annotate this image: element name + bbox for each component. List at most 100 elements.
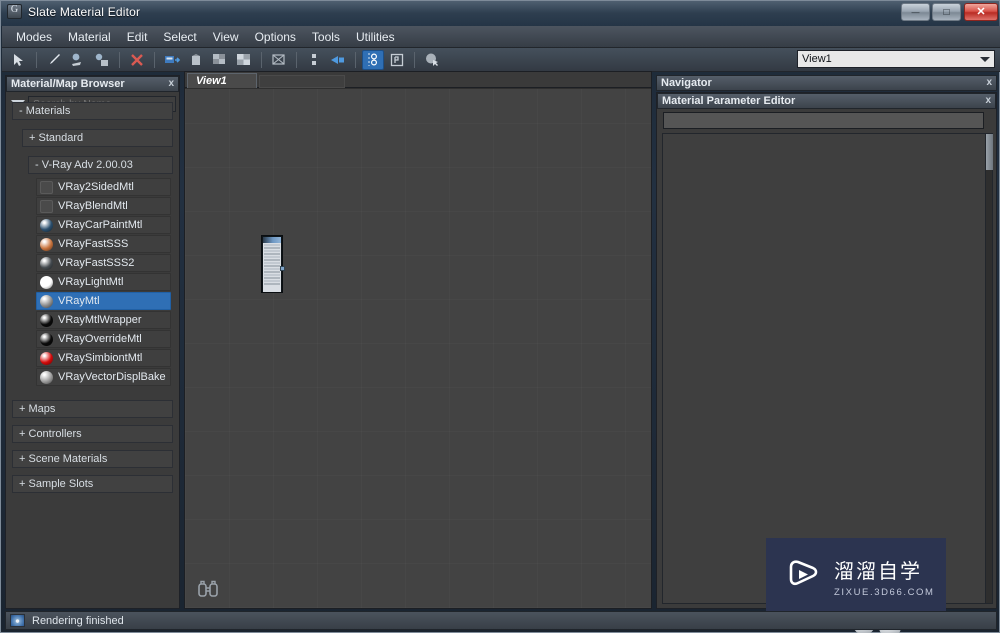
material-node-body — [263, 243, 281, 292]
menu-edit[interactable]: Edit — [119, 28, 156, 46]
material-name-field[interactable] — [663, 112, 984, 129]
tree-group-standard[interactable]: + Standard — [22, 129, 173, 147]
statusbar: Rendering finished — [5, 611, 997, 630]
expander-icon: + — [19, 478, 26, 490]
close-button[interactable] — [964, 3, 998, 21]
menu-view[interactable]: View — [205, 28, 247, 46]
window-titlebar[interactable]: Slate Material Editor — [1, 1, 1000, 26]
browser-sections: + Maps + Controllers + Scene Materials + Sa… — [6, 400, 179, 493]
close-icon[interactable]: x — [985, 95, 991, 106]
material-list-item[interactable]: VRayMtl — [36, 292, 171, 310]
show-material-parameter-editor-icon[interactable] — [362, 49, 384, 70]
maximize-button[interactable] — [932, 3, 961, 21]
put-material-to-library-icon[interactable] — [161, 50, 183, 70]
navigator-title: Navigator — [661, 77, 712, 89]
material-list-item[interactable]: VRayMtlWrapper — [36, 311, 171, 329]
show-checker-background-icon[interactable] — [233, 50, 255, 70]
material-list-item[interactable]: VRay2SidedMtl — [36, 178, 171, 196]
tree-group-materials[interactable]: - Materials — [12, 102, 173, 120]
material-list-item-label: VRayOverrideMtl — [58, 333, 142, 345]
browser-section-scene-materials[interactable]: + Scene Materials — [12, 450, 173, 468]
material-list-item[interactable]: VRayFastSSS — [36, 235, 171, 253]
mpe-scrollbar[interactable] — [985, 134, 993, 603]
watermark-text-group: 溜溜自学 ZIXUE.3D66.COM — [834, 555, 935, 598]
binoculars-icon[interactable] — [197, 580, 219, 598]
mpe-parameter-area — [662, 133, 993, 604]
menu-options[interactable]: Options — [247, 28, 304, 46]
tree-group-label: V-Ray Adv 2.00.03 — [41, 159, 133, 171]
play-button-logo — [782, 557, 822, 597]
show-shaded-material-in-viewport-icon[interactable] — [91, 50, 113, 70]
mpe-scrollbar-thumb[interactable] — [986, 134, 993, 170]
select-by-material-icon[interactable] — [421, 50, 443, 70]
material-node-socket — [264, 283, 280, 285]
material-node-socket — [264, 277, 280, 279]
material-node-socket — [264, 253, 280, 255]
material-list-item-label: VRayLightMtl — [58, 276, 124, 288]
view-selector-dropdown[interactable]: View1 — [797, 50, 995, 68]
material-swatch-icon — [40, 351, 53, 365]
material-list-item[interactable]: VRaySimbiontMtl — [36, 349, 171, 367]
window-title: Slate Material Editor — [28, 4, 141, 19]
material-swatch-icon — [40, 237, 53, 251]
menu-tools[interactable]: Tools — [304, 28, 348, 46]
material-node-socket — [264, 271, 280, 273]
tab-empty[interactable] — [259, 75, 345, 88]
material-library-icon[interactable] — [185, 50, 207, 70]
close-icon[interactable]: x — [986, 77, 992, 88]
material-list-item-label: VRayMtlWrapper — [58, 314, 142, 326]
material-list-item[interactable]: VRayVectorDisplBake — [36, 368, 171, 386]
navigator-title-bar: Navigator x — [656, 75, 997, 91]
move-children-node-icon[interactable] — [327, 50, 349, 70]
toolbar: View1 — [2, 48, 1000, 72]
menu-modes[interactable]: Modes — [8, 28, 60, 46]
node-view-panel: View1 — [184, 71, 901, 633]
show-background-icon[interactable] — [209, 50, 231, 70]
browser-section-maps[interactable]: + Maps — [12, 400, 173, 418]
material-list-item[interactable]: VRayFastSSS2 — [36, 254, 171, 272]
select-arrow-icon[interactable] — [8, 50, 30, 70]
browser-section-controllers[interactable]: + Controllers — [12, 425, 173, 443]
navigator-panel: Navigator x — [656, 75, 997, 92]
material-node-output-port[interactable] — [280, 266, 285, 271]
material-node[interactable] — [261, 235, 285, 293]
browser-title: Material/Map Browser — [11, 78, 125, 90]
material-list-item[interactable]: VRayBlendMtl — [36, 197, 171, 215]
node-canvas[interactable] — [185, 89, 901, 633]
delete-node-icon[interactable] — [126, 50, 148, 70]
chevron-down-icon — [980, 57, 990, 62]
pick-material-eyedropper-icon[interactable] — [43, 50, 65, 70]
material-list-item[interactable]: VRayOverrideMtl — [36, 330, 171, 348]
material-list-item-label: VRay2SidedMtl — [58, 181, 134, 193]
watermark-chinese-text: 溜溜自学 — [834, 559, 922, 583]
menu-material[interactable]: Material — [60, 28, 119, 46]
titlebar-left: Slate Material Editor — [7, 4, 140, 19]
toolbar-separator — [154, 51, 155, 68]
lay-out-all-vertical-icon[interactable] — [303, 50, 325, 70]
expander-icon: - — [19, 105, 23, 117]
material-swatch-icon — [40, 218, 53, 232]
close-icon[interactable]: x — [168, 78, 174, 89]
material-node-socket — [264, 256, 280, 258]
menu-select[interactable]: Select — [155, 28, 204, 46]
material-swatch-icon — [40, 313, 53, 327]
minimize-button[interactable] — [901, 3, 930, 21]
tree-group-vray-adv[interactable]: - V-Ray Adv 2.00.03 — [28, 156, 173, 174]
render-status-icon — [10, 614, 25, 627]
browser-section-label: Sample Slots — [28, 478, 94, 490]
layout-children-icon[interactable] — [268, 50, 290, 70]
watermark-english-text: ZIXUE.3D66.COM — [834, 587, 935, 598]
tab-view1[interactable]: View1 — [187, 73, 257, 88]
material-id-channel-icon[interactable] — [386, 50, 408, 70]
material-list-item[interactable]: VRayCarPaintMtl — [36, 216, 171, 234]
material-node-socket — [264, 280, 280, 282]
assign-material-to-selection-icon[interactable] — [67, 50, 89, 70]
browser-section-label: Controllers — [28, 428, 82, 440]
material-list-item[interactable]: VRayLightMtl — [36, 273, 171, 291]
browser-section-sample-slots[interactable]: + Sample Slots — [12, 475, 173, 493]
watermark-overlay: 溜溜自学 ZIXUE.3D66.COM — [766, 538, 946, 615]
material-node-socket — [264, 244, 280, 246]
material-swatch-icon — [40, 180, 53, 194]
menu-utilities[interactable]: Utilities — [348, 28, 403, 46]
material-list: VRay2SidedMtl VRayBlendMtl VRayCarPaintMtl… — [6, 178, 179, 386]
